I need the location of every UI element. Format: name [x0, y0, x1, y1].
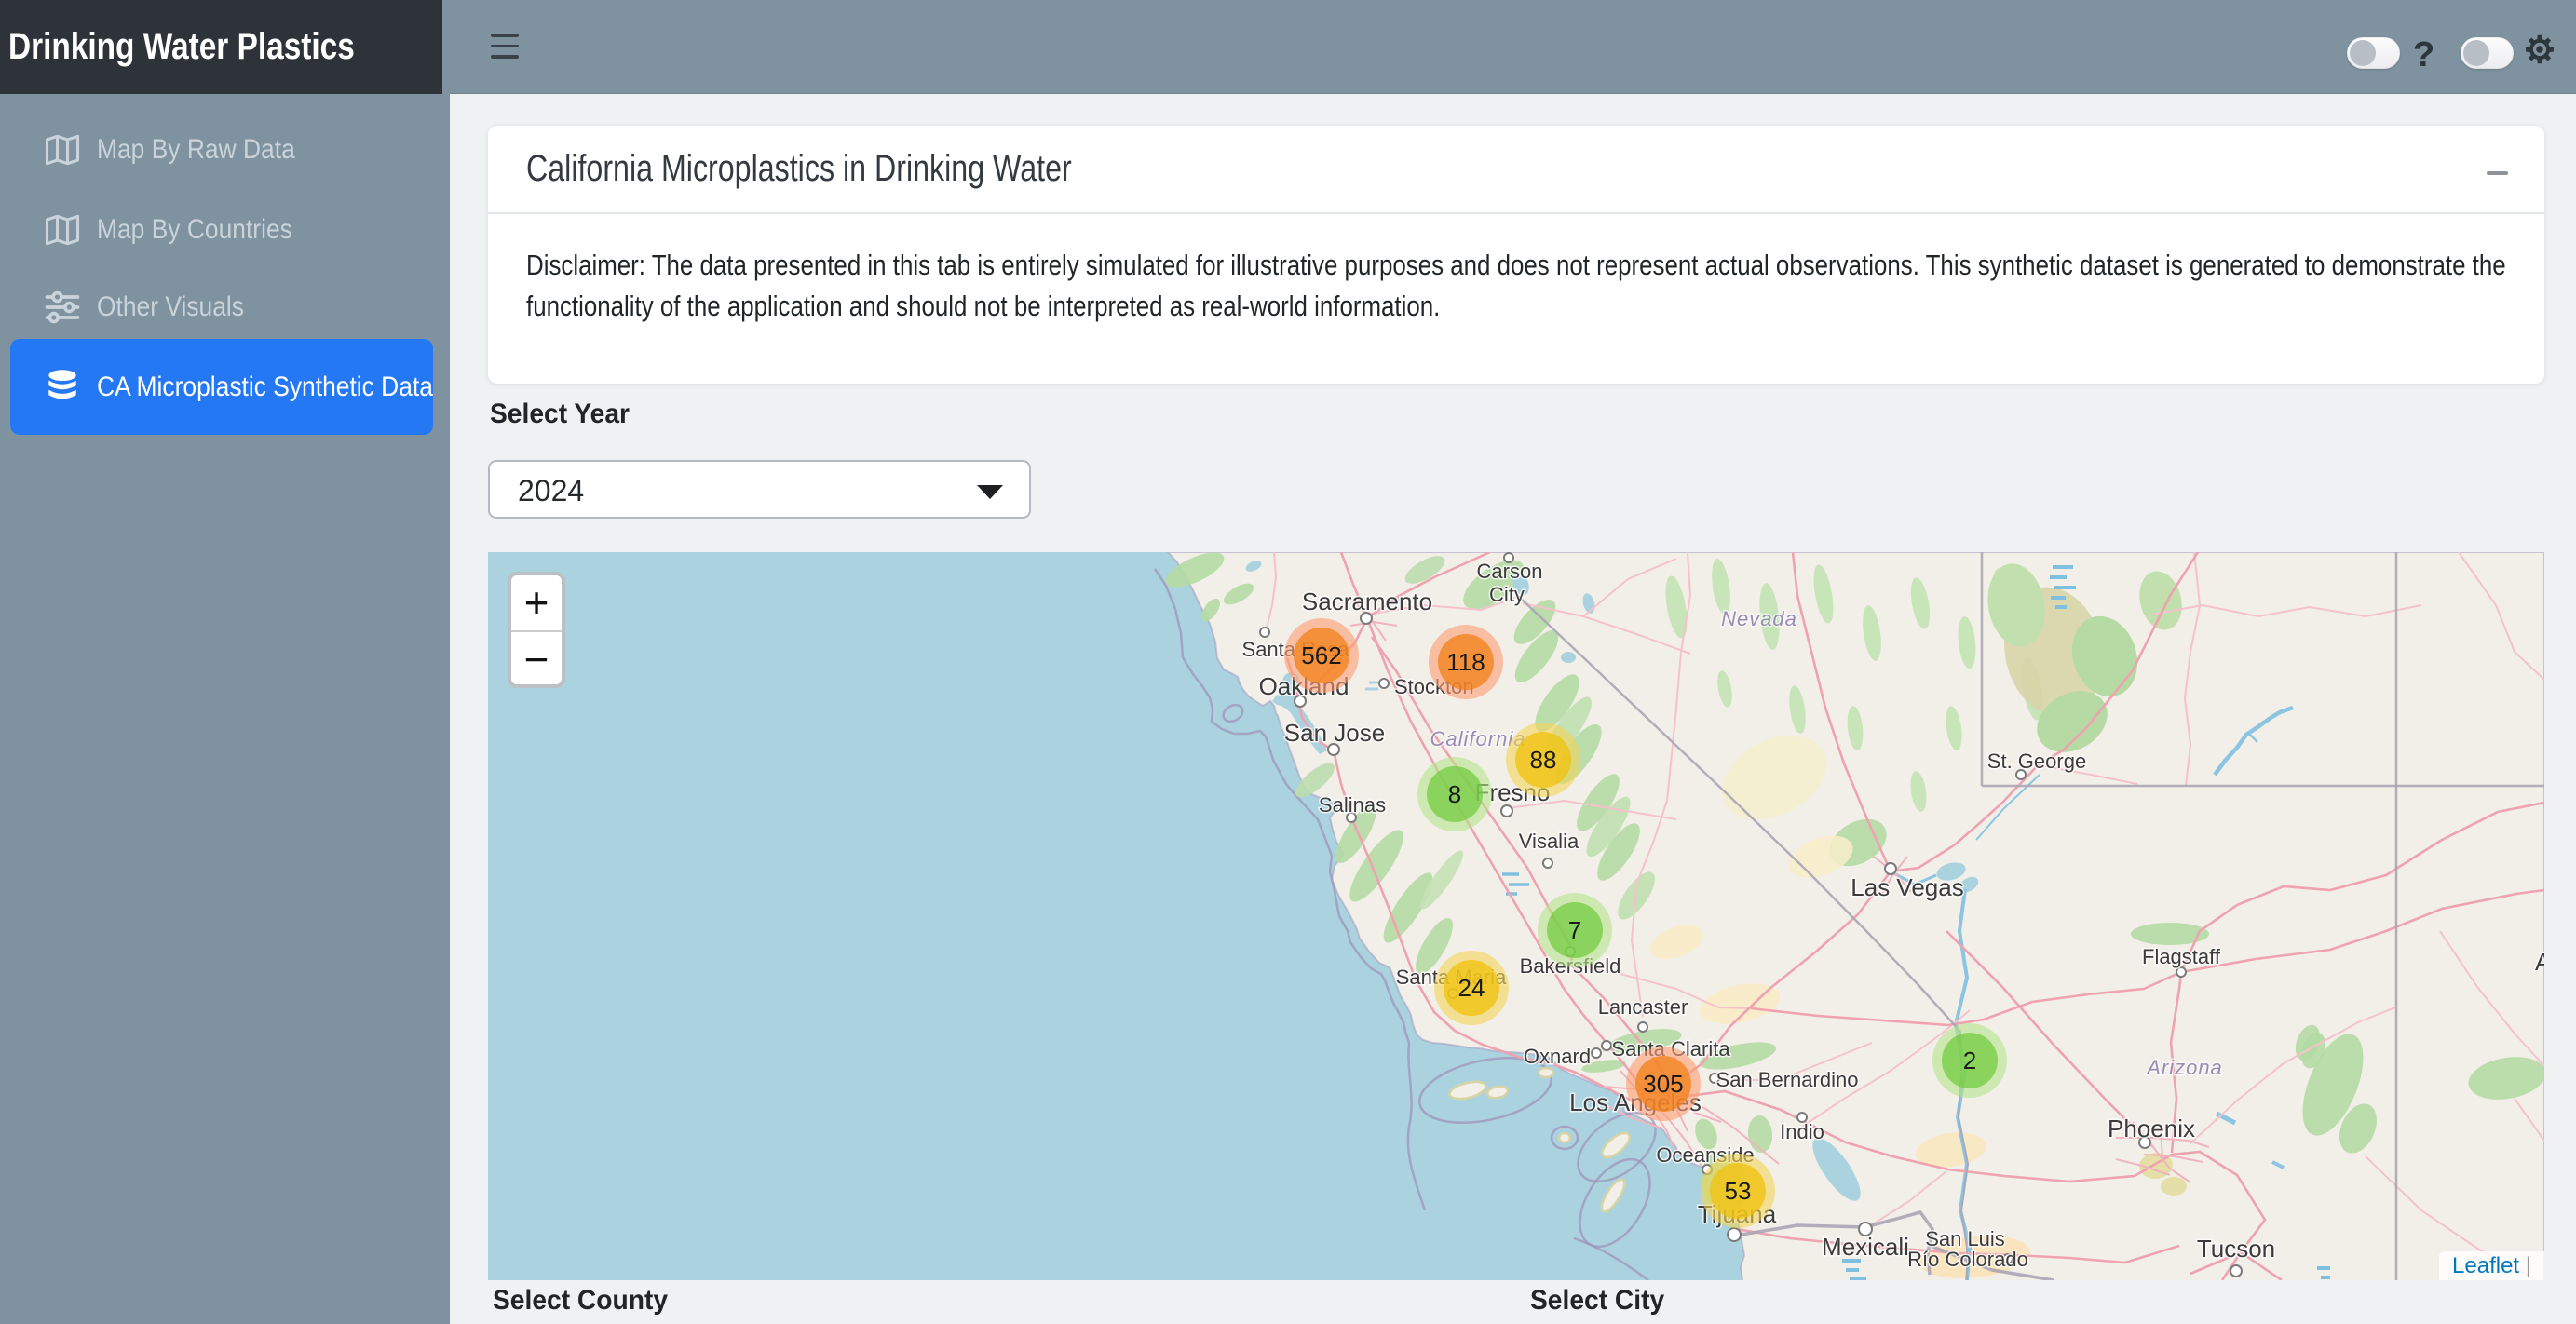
svg-text:Alb: Alb [2535, 948, 2544, 976]
svg-text:Salinas: Salinas [1319, 793, 1386, 817]
svg-text:Visalia: Visalia [1519, 830, 1579, 853]
svg-text:Carson: Carson [1477, 560, 1543, 583]
svg-text:Las Vegas: Las Vegas [1851, 873, 1963, 901]
svg-text:Río Colorado: Río Colorado [1907, 1248, 2028, 1271]
svg-text:Lancaster: Lancaster [1598, 995, 1688, 1019]
svg-text:San Jose: San Jose [1284, 719, 1385, 747]
svg-text:Indio: Indio [1780, 1120, 1824, 1143]
svg-text:City: City [1489, 583, 1525, 606]
svg-text:Tucson: Tucson [2197, 1235, 2275, 1263]
svg-text:Oxnard: Oxnard [1524, 1045, 1591, 1068]
svg-text:Mexicali: Mexicali [1822, 1233, 1909, 1261]
svg-text:Phoenix: Phoenix [2108, 1115, 2195, 1142]
svg-text:San Bernardino: San Bernardino [1716, 1068, 1859, 1091]
svg-text:Arizona: Arizona [2145, 1056, 2223, 1079]
svg-text:Nevada: Nevada [1721, 607, 1797, 630]
svg-text:Sacramento: Sacramento [1302, 588, 1432, 615]
svg-text:Flagstaff: Flagstaff [2142, 945, 2221, 968]
svg-text:St. George: St. George [1987, 750, 2086, 773]
